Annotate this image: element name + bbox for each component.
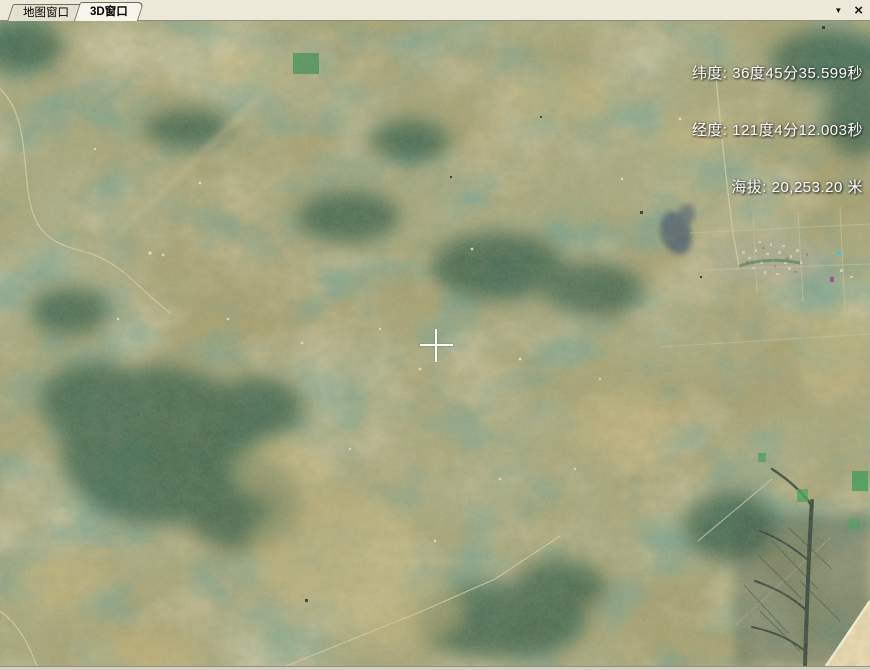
window-bottom-border bbox=[0, 666, 870, 670]
tab-3d-window[interactable]: 3D窗口 bbox=[77, 2, 141, 21]
tab-3d-window-label: 3D窗口 bbox=[77, 2, 141, 20]
tab-map-window[interactable]: 地图窗口 bbox=[10, 4, 82, 21]
tab-bar: 地图窗口 3D窗口 ▼ × bbox=[0, 0, 870, 21]
3d-viewer-window: 地图窗口 3D窗口 ▼ × bbox=[0, 0, 870, 670]
map-3d-viewport[interactable]: 纬度: 36度45分35.599秒 经度: 121度4分12.003秒 海拔: … bbox=[0, 21, 870, 666]
close-icon[interactable]: × bbox=[854, 3, 863, 18]
window-controls: ▼ × bbox=[834, 3, 863, 18]
satellite-terrain-image bbox=[0, 21, 870, 666]
tab-menu-dropdown-icon[interactable]: ▼ bbox=[834, 7, 842, 15]
tab-map-window-label: 地图窗口 bbox=[10, 4, 82, 21]
